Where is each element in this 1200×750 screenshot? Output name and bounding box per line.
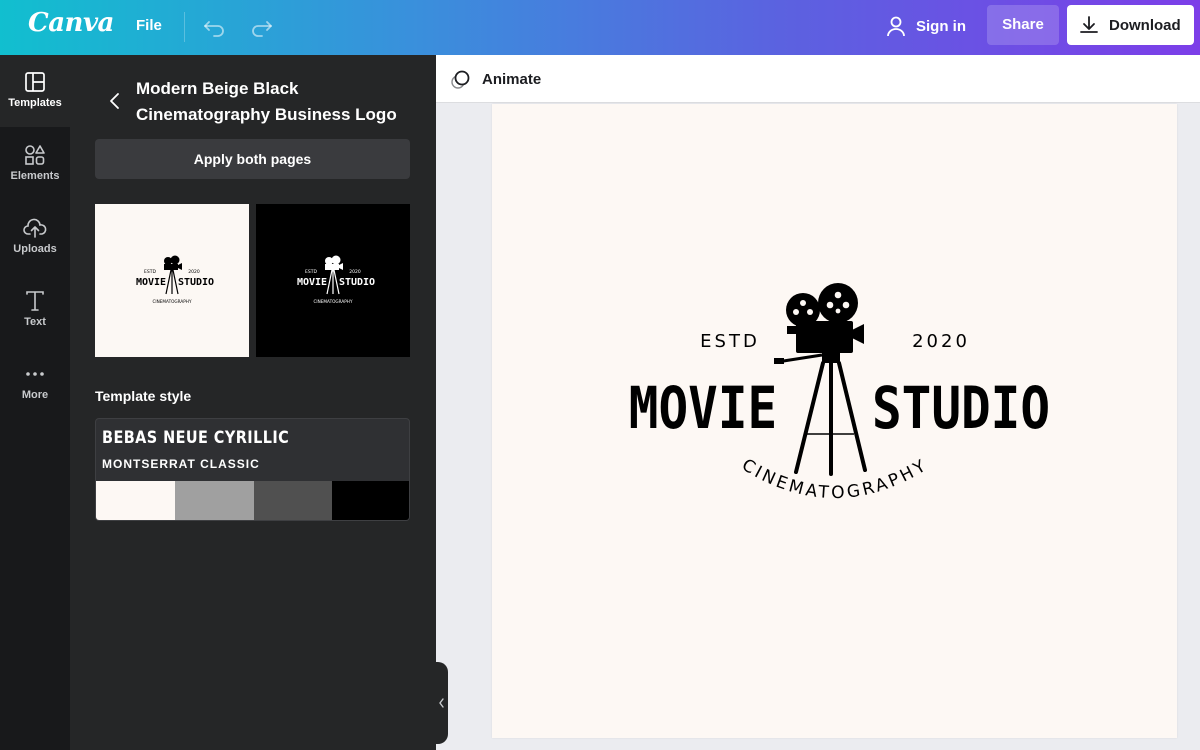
tagline-path: CINEMATOGRAPHY (738, 455, 929, 503)
download-icon (1080, 16, 1098, 33)
svg-text:CINEMATOGRAPHY: CINEMATOGRAPHY (152, 299, 191, 304)
rail-item-templates[interactable]: Templates (0, 55, 70, 127)
color-swatch[interactable] (96, 481, 175, 520)
svg-text:ESTD: ESTD (305, 269, 317, 275)
download-label: Download (1109, 16, 1181, 34)
animate-label: Animate (482, 70, 542, 88)
svg-text:2020: 2020 (188, 269, 200, 275)
chevron-left-icon (110, 93, 119, 109)
tagline-text: CINEMATOGRAPHY (738, 455, 932, 503)
svg-text:STUDIO: STUDIO (178, 277, 214, 288)
redo-icon (252, 21, 272, 37)
svg-text:CINEMATOGRAPHY: CINEMATOGRAPHY (313, 299, 352, 304)
collapse-panel-button[interactable] (436, 662, 448, 744)
logo-preview-light: ESTD 2020 MOVIE STUDIO CINEMATOGRAPHY (136, 255, 214, 304)
more-icon (26, 372, 44, 376)
undo-icon (204, 21, 224, 37)
sign-in-button[interactable]: Sign in (876, 7, 978, 45)
animate-button[interactable]: Animate (450, 66, 541, 92)
sign-in-label: Sign in (916, 17, 966, 35)
rail-item-uploads[interactable]: Uploads (0, 201, 70, 273)
color-swatch[interactable] (332, 481, 409, 520)
page-thumbnail-light[interactable]: ESTD 2020 MOVIE STUDIO CINEMATOGRAPHY (95, 204, 249, 357)
color-palette (96, 481, 409, 520)
editor-toolbar: Animate (436, 55, 1200, 103)
studio-text: STUDIO (872, 374, 1050, 442)
rail-label-uploads: Uploads (13, 243, 57, 255)
film-camera-icon (774, 283, 867, 476)
upload-icon (23, 218, 47, 238)
left-rail: Templates Elements Uploads Text More (0, 55, 70, 750)
user-icon (887, 16, 905, 37)
movie-text: MOVIE (629, 374, 777, 442)
animate-icon (451, 70, 470, 89)
svg-text:2020: 2020 (349, 269, 361, 275)
apply-both-pages-button[interactable]: Apply both pages (95, 139, 410, 179)
page-thumbnail-dark[interactable]: ESTD 2020 MOVIE STUDIO CINEMATOGRAPHY (256, 204, 410, 357)
elements-icon (25, 145, 45, 165)
body-font-name: MONTSERRAT CLASSIC (102, 457, 260, 471)
rail-item-more[interactable]: More (0, 347, 70, 419)
estd-text: ESTD (700, 331, 760, 352)
logo-preview-dark: ESTD 2020 MOVIE STUDIO CINEMATOGRAPHY (297, 255, 375, 304)
toolbar-divider (184, 12, 185, 42)
share-button[interactable]: Share (987, 5, 1059, 45)
file-menu-button[interactable]: File (122, 9, 176, 43)
canva-logo[interactable]: Canva (28, 8, 114, 38)
heading-font-name: BEBAS NEUE CYRILLIC (102, 428, 290, 448)
rail-label-more: More (21, 389, 49, 401)
rail-item-elements[interactable]: Elements (0, 128, 70, 200)
rail-item-text[interactable]: Text (0, 274, 70, 346)
rail-label-templates: Templates (8, 97, 62, 109)
color-swatch[interactable] (253, 481, 333, 520)
template-style-card[interactable]: BEBAS NEUE CYRILLIC MONTSERRAT CLASSIC (95, 418, 410, 521)
redo-button[interactable] (246, 12, 276, 42)
template-style-heading: Template style (95, 388, 192, 404)
download-button[interactable]: Download (1067, 5, 1194, 45)
text-icon (26, 291, 44, 311)
template-title: Modern Beige Black Cinematography Busine… (136, 79, 397, 124)
chevron-left-icon (439, 698, 444, 708)
design-canvas[interactable]: ESTD 2020 MOVIE STUDIO CINEMATOGRAPHY (492, 104, 1177, 738)
year-text: 2020 (912, 331, 970, 352)
templates-icon (25, 72, 45, 92)
rail-label-elements: Elements (10, 170, 60, 182)
svg-text:MOVIE: MOVIE (136, 277, 166, 288)
svg-text:STUDIO: STUDIO (339, 277, 375, 288)
undo-button[interactable] (200, 12, 230, 42)
top-bar: Canva File Sign in Share Download (0, 0, 1200, 55)
svg-text:MOVIE: MOVIE (297, 277, 327, 288)
movie-studio-logo: ESTD 2020 MOVIE STUDIO CINEMATOGRAPHY (629, 283, 1050, 503)
svg-text:ESTD: ESTD (144, 269, 156, 275)
back-button[interactable] (104, 90, 126, 112)
rail-label-text: Text (24, 316, 46, 328)
color-swatch[interactable] (174, 481, 254, 520)
